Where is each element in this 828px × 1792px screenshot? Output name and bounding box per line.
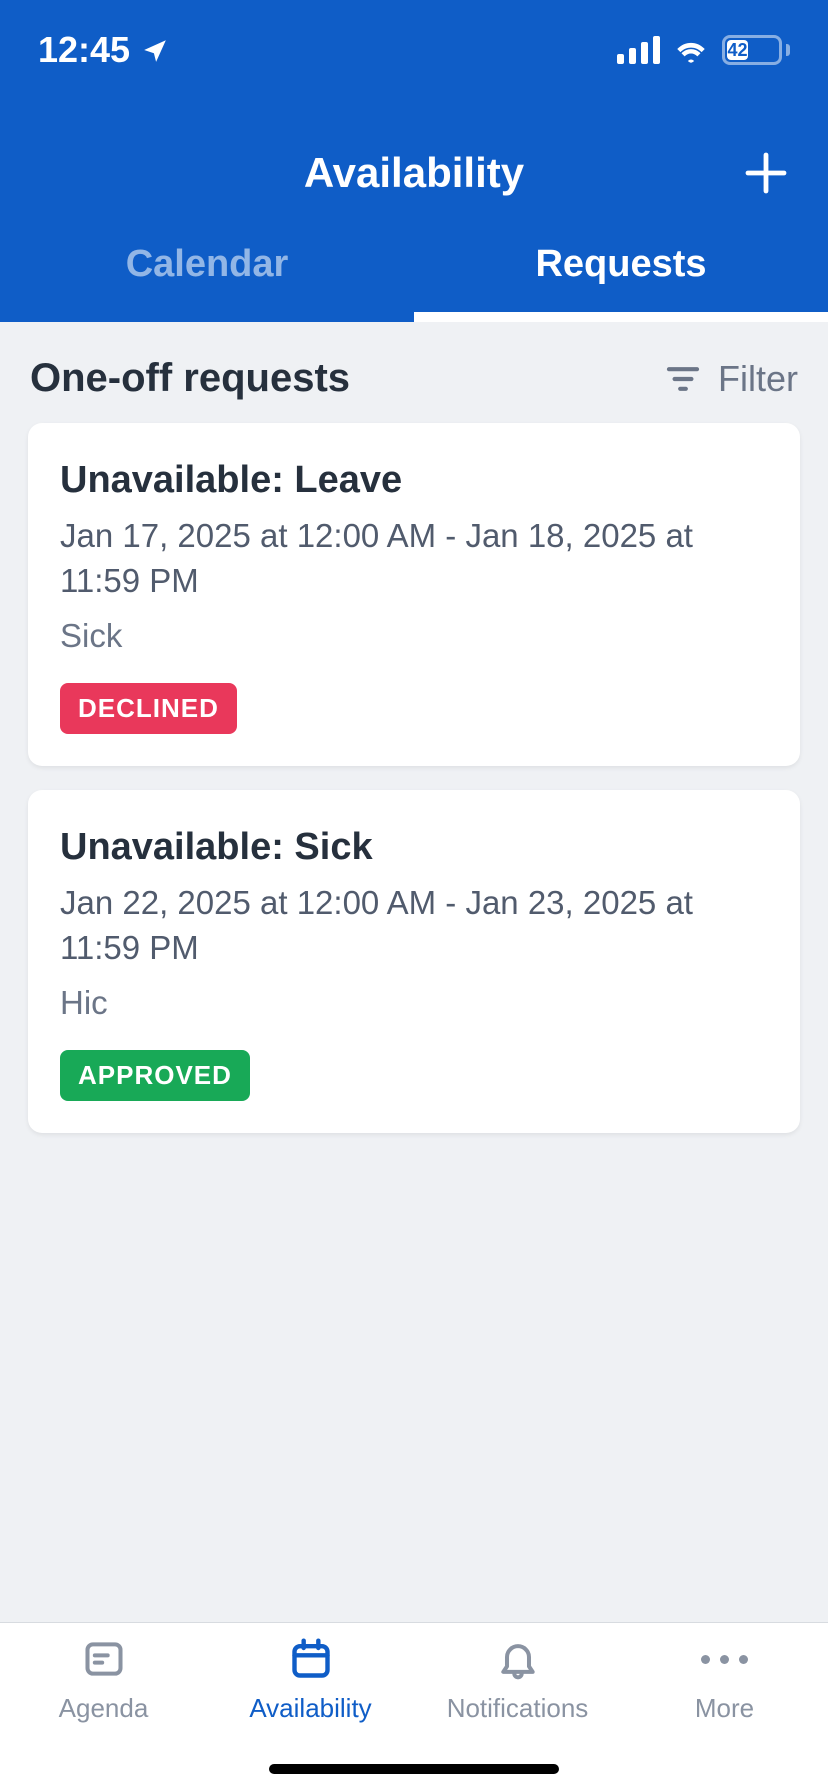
- request-date-range: Jan 22, 2025 at 12:00 AM - Jan 23, 2025 …: [60, 881, 768, 970]
- content: One-off requests Filter Unavailable: Lea…: [0, 322, 828, 1622]
- tab-requests[interactable]: Requests: [414, 216, 828, 322]
- nav-notifications-label: Notifications: [447, 1693, 589, 1724]
- header: Availability Calendar Requests: [0, 100, 828, 322]
- wifi-icon: [674, 37, 708, 63]
- request-title: Unavailable: Leave: [60, 459, 768, 502]
- agenda-icon: [82, 1637, 126, 1681]
- status-left: 12:45: [38, 29, 168, 71]
- nav-agenda-label: Agenda: [59, 1693, 149, 1724]
- section-header: One-off requests Filter: [0, 322, 828, 423]
- request-card[interactable]: Unavailable: Sick Jan 22, 2025 at 12:00 A…: [28, 790, 800, 1133]
- bell-icon: [496, 1637, 540, 1681]
- nav-availability-label: Availability: [249, 1693, 371, 1724]
- status-badge: APPROVED: [60, 1050, 250, 1101]
- nav-more[interactable]: More: [621, 1637, 828, 1792]
- plus-icon: [742, 149, 790, 197]
- section-title: One-off requests: [30, 356, 350, 401]
- status-right: 42: [617, 35, 790, 65]
- request-note: Hic: [60, 984, 768, 1022]
- add-button[interactable]: [742, 149, 790, 197]
- calendar-icon: [289, 1637, 333, 1681]
- more-icon: [701, 1637, 748, 1681]
- filter-label: Filter: [718, 358, 798, 400]
- request-note: Sick: [60, 617, 768, 655]
- battery-level: 42: [727, 40, 748, 60]
- status-bar: 12:45 42: [0, 0, 828, 100]
- request-card[interactable]: Unavailable: Leave Jan 17, 2025 at 12:00 …: [28, 423, 800, 766]
- status-time: 12:45: [38, 29, 130, 71]
- location-icon: [142, 37, 168, 63]
- tabs: Calendar Requests: [0, 216, 828, 322]
- nav-agenda[interactable]: Agenda: [0, 1637, 207, 1792]
- request-title: Unavailable: Sick: [60, 826, 768, 869]
- tab-calendar[interactable]: Calendar: [0, 216, 414, 322]
- home-indicator: [269, 1764, 559, 1774]
- filter-icon: [666, 365, 700, 393]
- status-badge: DECLINED: [60, 683, 237, 734]
- battery-icon: 42: [722, 35, 790, 65]
- nav-more-label: More: [695, 1693, 754, 1724]
- request-list: Unavailable: Leave Jan 17, 2025 at 12:00 …: [0, 423, 828, 1133]
- cellular-icon: [617, 36, 660, 64]
- request-date-range: Jan 17, 2025 at 12:00 AM - Jan 18, 2025 …: [60, 514, 768, 603]
- page-title: Availability: [304, 149, 524, 197]
- filter-button[interactable]: Filter: [666, 358, 798, 400]
